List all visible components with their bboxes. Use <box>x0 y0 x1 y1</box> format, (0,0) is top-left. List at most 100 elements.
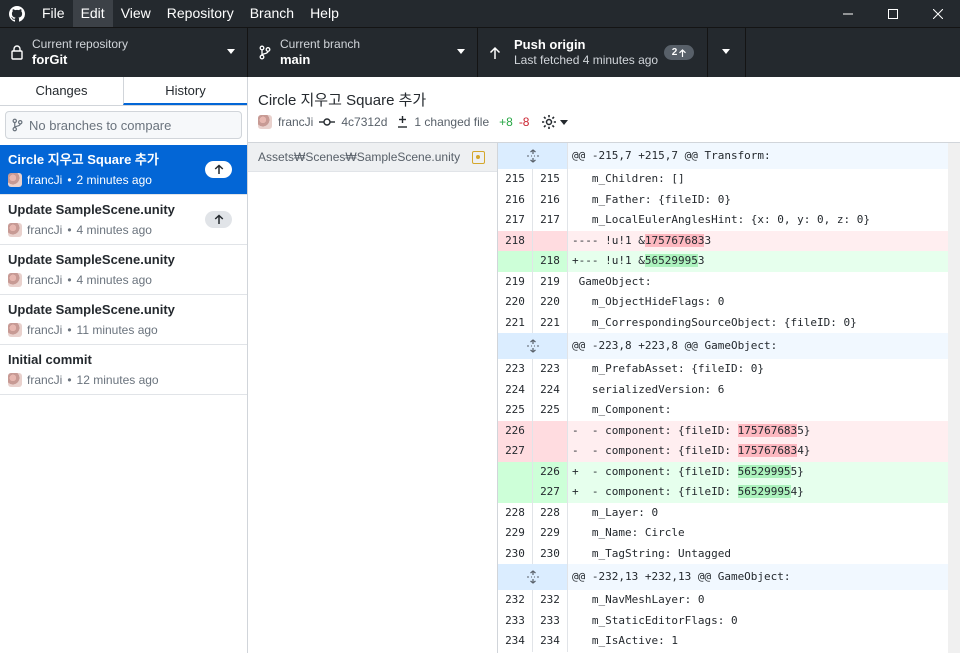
line-content: m_Layer: 0 <box>572 505 659 519</box>
maximize-button[interactable] <box>870 0 915 27</box>
expand-hunk-button[interactable] <box>498 143 568 169</box>
new-line-number: 221 <box>533 312 568 333</box>
commit-item[interactable]: Update SampleScene.unity francJi • 11 mi… <box>0 295 247 345</box>
unpushed-indicator <box>205 211 232 228</box>
deletions-count: -8 <box>518 115 530 129</box>
chevron-down-icon <box>227 49 235 54</box>
old-line-number: 232 <box>498 590 533 611</box>
bullet-separator: • <box>67 373 72 387</box>
old-line-number: 229 <box>498 523 533 544</box>
avatar <box>8 173 22 187</box>
minimize-button[interactable] <box>825 0 870 27</box>
repo-name: forGit <box>32 52 68 67</box>
avatar <box>8 323 22 337</box>
old-line-number: 218 <box>498 230 533 251</box>
old-line-number: 230 <box>498 543 533 564</box>
unfold-icon <box>526 339 539 353</box>
arrow-up-icon <box>214 214 223 224</box>
push-origin-button[interactable]: Push origin Last fetched 4 minutes ago 2 <box>478 28 708 77</box>
diff-view: @@ -215,7 +215,7 @@ Transform: 215 215 m_C… <box>498 143 948 653</box>
changed-files-list: Assets₩Scenes₩SampleScene.unity <box>248 143 498 653</box>
commit-title: Update SampleScene.unity <box>8 252 175 267</box>
hunk-header-text: @@ -232,13 +232,13 @@ GameObject: <box>568 564 948 590</box>
line-content: m_Father: {fileID: 0} <box>572 192 731 206</box>
commit-author: francJi <box>27 323 63 337</box>
new-line-number: 233 <box>533 610 568 631</box>
new-line-number <box>533 441 568 462</box>
diff-scrollbar[interactable] <box>948 143 960 653</box>
diff-settings-button[interactable] <box>541 114 569 130</box>
old-line-number: 215 <box>498 169 533 190</box>
new-line-number: 219 <box>533 271 568 292</box>
unfold-icon <box>526 149 539 163</box>
commit-author: francJi <box>278 115 314 129</box>
avatar <box>8 373 22 387</box>
additions-count: +8 <box>499 115 513 129</box>
commit-time: 4 minutes ago <box>76 273 152 287</box>
git-commit-icon <box>319 118 336 126</box>
sidebar-tabs: Changes History <box>0 77 247 106</box>
expand-hunk-button[interactable] <box>498 333 568 359</box>
github-logo-icon[interactable] <box>0 0 34 27</box>
push-count-badge: 2 <box>664 45 694 60</box>
push-dropdown-button[interactable] <box>708 28 746 77</box>
diff-line: 220 220 m_ObjectHideFlags: 0 <box>498 292 948 313</box>
chevron-down-icon <box>457 49 465 54</box>
maximize-icon <box>887 8 898 19</box>
line-content: m_LocalEulerAnglesHint: {x: 0, y: 0, z: … <box>572 213 871 226</box>
line-content: ---- !u!1 &1757676833 <box>568 230 948 251</box>
diff-line: 218 ---- !u!1 &1757676833 <box>498 230 948 251</box>
menu-edit[interactable]: Edit <box>72 0 113 27</box>
diff-line: 226 + - component: {fileID: 565299955} <box>498 461 948 482</box>
changed-token: 175767683 <box>737 444 798 457</box>
tab-changes[interactable]: Changes <box>0 77 123 105</box>
commit-item[interactable]: Circle 지우고 Square 추가 francJi • 2 minutes… <box>0 145 247 195</box>
new-line-number: 227 <box>533 482 568 503</box>
menu-branch[interactable]: Branch <box>242 0 302 27</box>
commit-author: francJi <box>27 273 63 287</box>
toolbar: Current repository forGit Current branch… <box>0 27 960 77</box>
old-line-number: 219 <box>498 271 533 292</box>
menu-file[interactable]: File <box>34 0 73 27</box>
new-line-number: 229 <box>533 523 568 544</box>
expand-hunk-button[interactable] <box>498 564 568 590</box>
line-content: GameObject: <box>572 274 652 288</box>
commit-item[interactable]: Update SampleScene.unity francJi • 4 min… <box>0 195 247 245</box>
line-content: m_Component: <box>572 403 672 416</box>
git-branch-icon <box>12 118 23 132</box>
diff-line: 219 219 GameObject: <box>498 271 948 292</box>
new-line-number: 215 <box>533 169 568 190</box>
new-line-number: 226 <box>533 461 568 482</box>
gear-icon <box>542 115 557 129</box>
diff-hunk-header: @@ -232,13 +232,13 @@ GameObject: <box>498 564 948 590</box>
commit-item[interactable]: Update SampleScene.unity francJi • 4 min… <box>0 245 247 295</box>
current-repository-button[interactable]: Current repository forGit <box>0 28 248 77</box>
tab-history[interactable]: History <box>123 77 247 105</box>
chevron-down-icon <box>722 49 730 54</box>
branch-compare-input[interactable]: No branches to compare <box>5 111 242 139</box>
changed-token: 56529995 <box>737 485 791 498</box>
unpushed-indicator <box>205 161 232 178</box>
commit-item[interactable]: Initial commit francJi • 12 minutes ago <box>0 345 247 395</box>
menu-help[interactable]: Help <box>302 0 347 27</box>
git-branch-icon <box>250 45 280 60</box>
hunk-header-text: @@ -223,8 +223,8 @@ GameObject: <box>568 333 948 359</box>
diff-line: 227 - - component: {fileID: 1757676834} <box>498 441 948 462</box>
diff-line: 227 + - component: {fileID: 565299954} <box>498 482 948 503</box>
changed-token: 175767683 <box>644 233 705 247</box>
line-content: m_NavMeshLayer: 0 <box>572 593 705 606</box>
push-count: 2 <box>671 47 678 58</box>
commit-author: francJi <box>27 173 63 187</box>
old-line-number: 233 <box>498 610 533 631</box>
arrow-up-icon <box>679 48 687 57</box>
close-button[interactable] <box>915 0 960 27</box>
menu-view[interactable]: View <box>113 0 159 27</box>
commit-summary-header: Circle 지우고 Square 추가 francJi 4c7312d 1 c… <box>248 77 960 143</box>
line-content: + - component: {fileID: 565299954} <box>568 482 948 503</box>
menu-repository[interactable]: Repository <box>159 0 242 27</box>
current-branch-button[interactable]: Current branch main <box>248 28 478 77</box>
changed-file-item[interactable]: Assets₩Scenes₩SampleScene.unity <box>248 143 497 172</box>
old-line-number: 223 <box>498 359 533 380</box>
commit-detail-title: Circle 지우고 Square 추가 <box>258 92 427 109</box>
commit-sha[interactable]: 4c7312d <box>341 115 387 129</box>
